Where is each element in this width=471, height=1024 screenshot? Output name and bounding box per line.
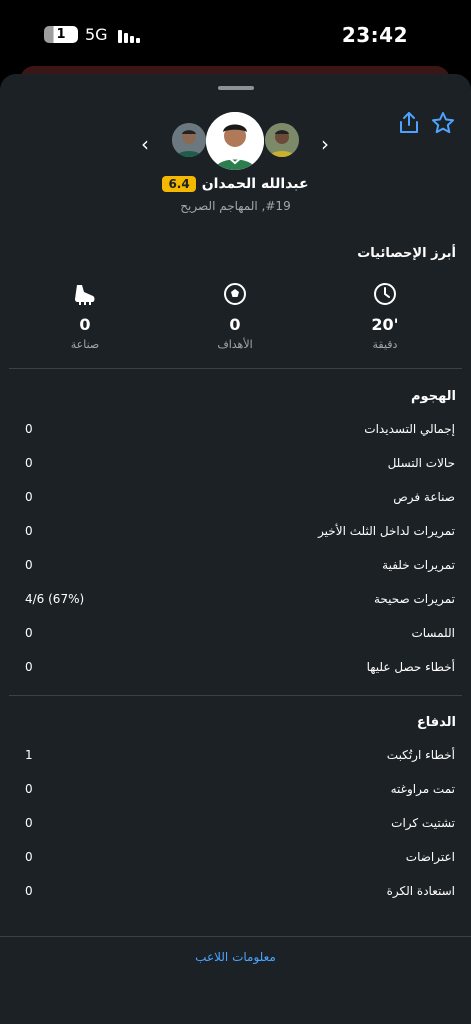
clock: 23:42 — [341, 23, 408, 47]
stat-value: 1 — [25, 748, 33, 762]
stat-label: اللمسات — [411, 626, 455, 640]
stat-row: تمريرات لداخل الثلث الأخير 0 — [0, 522, 471, 544]
drag-handle[interactable] — [218, 86, 254, 90]
stat-value: 0 — [25, 524, 33, 538]
stat-value: 0 — [25, 456, 33, 470]
sim-badge: 1 — [44, 26, 78, 43]
stat-row: تمت مراوغته 0 — [0, 780, 471, 802]
stat-label: اعتراضات — [405, 850, 455, 864]
attack-title: الهجوم — [411, 389, 456, 404]
stat-row: حالات التسلل 0 — [0, 454, 471, 476]
player-position: #19, المهاجم الصريح — [180, 199, 291, 213]
stat-value: 0 — [25, 816, 33, 830]
top-stat-minutes: 20' دقيقة — [345, 281, 425, 351]
stat-value: 0 — [25, 884, 33, 898]
stat-label: تشتيت كرات — [391, 816, 455, 830]
top-stat-goals: 0 الأهداف — [195, 281, 275, 351]
stat-row: أخطاء حصل عليها 0 — [0, 658, 471, 680]
divider — [9, 695, 462, 696]
stat-label: أخطاء ارتُكبت — [386, 748, 455, 762]
stat-row: إجمالي التسديدات 0 — [0, 420, 471, 442]
football-icon — [224, 283, 246, 305]
stat-value: 0 — [25, 490, 33, 504]
stat-row: اللمسات 0 — [0, 624, 471, 646]
stat-label: تمريرات لداخل الثلث الأخير — [318, 524, 455, 538]
boot-icon — [75, 285, 95, 305]
stat-label: حالات التسلل — [387, 456, 455, 470]
assists-value: 0 — [79, 315, 91, 334]
previous-player-avatar[interactable] — [172, 123, 206, 157]
stat-row: استعادة الكرة 0 — [0, 882, 471, 904]
next-player-avatar[interactable] — [265, 123, 299, 157]
stat-value: 0 — [25, 660, 33, 674]
signal-icon — [118, 29, 140, 43]
stat-value: 0 — [25, 422, 33, 436]
defense-title: الدفاع — [416, 715, 456, 730]
share-icon[interactable] — [396, 110, 422, 136]
stat-row: اعتراضات 0 — [0, 848, 471, 870]
goals-value: 0 — [229, 315, 241, 334]
divider — [0, 936, 471, 937]
player-name: عبدالله الحمدان — [201, 176, 309, 192]
stat-row: تشتيت كرات 0 — [0, 814, 471, 836]
player-info-link[interactable]: معلومات اللاعب — [0, 950, 471, 964]
stat-label: إجمالي التسديدات — [364, 422, 455, 436]
rating-badge: 6.4 — [162, 176, 196, 192]
stat-label: استعادة الكرة — [386, 884, 455, 898]
player-avatar — [206, 112, 264, 170]
stat-value: 0 — [25, 626, 33, 640]
clock-icon — [374, 283, 396, 305]
stat-value: 4/6 (67%) — [25, 592, 85, 606]
stat-value: 0 — [25, 782, 33, 796]
stat-label: تمت مراوغته — [390, 782, 455, 796]
stat-row: تمريرات صحيحة 4/6 (67%) — [0, 590, 471, 612]
stat-label: تمريرات خلفية — [382, 558, 455, 572]
player-header: عبدالله الحمدان 6.4 — [0, 176, 471, 192]
stat-row: صناعة فرص 0 — [0, 488, 471, 510]
stat-label: صناعة فرص — [393, 490, 455, 504]
network-type: 5G — [85, 25, 108, 44]
chevron-left-icon[interactable]: ‹ — [137, 134, 153, 154]
stat-value: 0 — [25, 558, 33, 572]
assists-label: صناعة — [70, 338, 100, 351]
divider — [9, 368, 462, 369]
minutes-label: دقيقة — [372, 338, 398, 351]
stat-value: 0 — [25, 850, 33, 864]
stat-row: تمريرات خلفية 0 — [0, 556, 471, 578]
player-stats-sheet: ‹ › عبدالله الحمدان 6.4 #19, المهاجم الص… — [0, 74, 471, 1024]
chevron-right-icon[interactable]: › — [317, 134, 333, 154]
stat-row: أخطاء ارتُكبت 1 — [0, 746, 471, 768]
top-stat-assists: 0 صناعة — [45, 281, 125, 351]
star-icon[interactable] — [430, 110, 456, 136]
top-stats-title: أبرز الإحصائيات — [357, 246, 456, 261]
stat-label: أخطاء حصل عليها — [366, 660, 455, 674]
stat-label: تمريرات صحيحة — [373, 592, 455, 606]
minutes-value: 20' — [371, 315, 399, 334]
goals-label: الأهداف — [217, 338, 253, 351]
status-bar: 1 5G 23:42 — [0, 0, 471, 66]
